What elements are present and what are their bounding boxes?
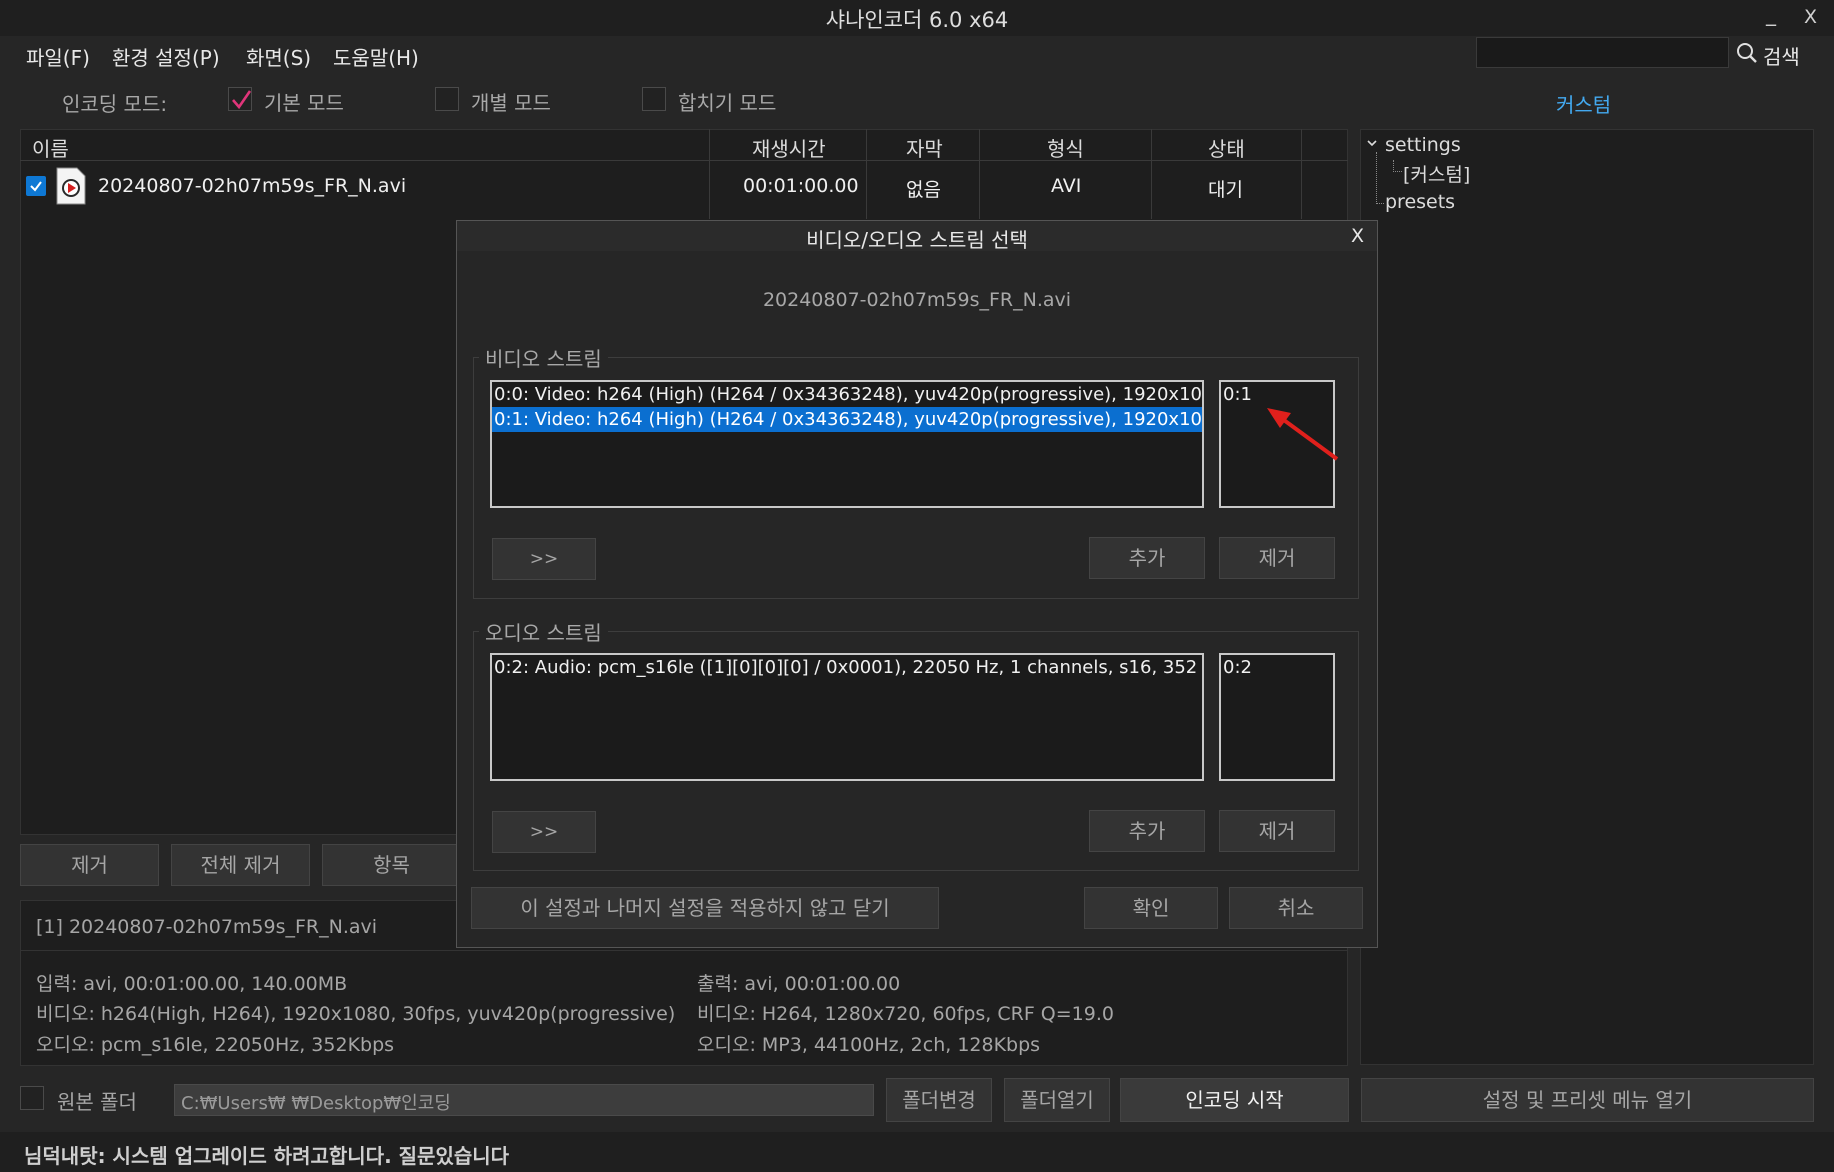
column-header-subtitle[interactable]: 자막 xyxy=(906,133,943,162)
subtitle-cell: 없음 xyxy=(906,179,941,201)
audio-stream-item[interactable]: 0:2: Audio: pcm_s16le ([1][0][0][0] / 0x… xyxy=(492,655,1202,680)
video-stream-item[interactable]: 0:0: Video: h264 (High) (H264 / 0x343632… xyxy=(492,382,1202,407)
tree-line xyxy=(1376,203,1384,204)
output-audio-info: 오디오: MP3, 44100Hz, 2ch, 128Kbps xyxy=(697,1034,1041,1056)
input-video-info: 비디오: h264(High, H264), 1920x1080, 30fps,… xyxy=(36,1003,676,1025)
preset-name: 커스텀 xyxy=(1556,93,1612,117)
remove-all-button[interactable]: 전체 제거 xyxy=(171,844,310,886)
search-button[interactable]: 검색 xyxy=(1763,41,1800,70)
tree-line xyxy=(1376,152,1377,204)
output-info: 출력: avi, 00:01:00.00 xyxy=(697,973,901,995)
column-separator xyxy=(709,129,710,219)
status-cell: 대기 xyxy=(1208,179,1243,201)
merge-mode-label[interactable]: 합치기 모드 xyxy=(678,87,776,116)
menu-settings[interactable]: 환경 설정(P) xyxy=(112,42,220,71)
change-folder-button[interactable]: 폴더변경 xyxy=(886,1078,992,1122)
audio-stream-label: 오디오 스트림 xyxy=(479,617,608,646)
audio-selected-list[interactable]: 0:2 xyxy=(1219,653,1335,781)
file-name-cell[interactable]: 20240807-02h07m59s_FR_N.avi xyxy=(98,175,406,197)
source-folder-checkbox[interactable] xyxy=(20,1086,44,1110)
tree-node-presets[interactable]: presets xyxy=(1385,191,1455,213)
audio-remove-button[interactable]: 제거 xyxy=(1219,810,1335,852)
minimize-button[interactable]: _ xyxy=(1766,2,1776,26)
column-header-name[interactable]: 이름 xyxy=(32,133,69,162)
audio-move-button[interactable]: >> xyxy=(492,811,596,853)
input-audio-info: 오디오: pcm_s16le, 22050Hz, 352Kbps xyxy=(36,1034,395,1056)
individual-mode-checkbox[interactable] xyxy=(435,87,459,111)
column-separator xyxy=(979,129,980,219)
merge-mode-checkbox[interactable] xyxy=(642,87,666,111)
basic-mode-checkbox[interactable] xyxy=(228,87,252,111)
duration-cell: 00:01:00.00 xyxy=(743,175,859,197)
open-folder-button[interactable]: 폴더열기 xyxy=(1004,1078,1110,1122)
column-header-format[interactable]: 형식 xyxy=(1047,133,1084,162)
output-path-field[interactable]: C:₩Users₩ ₩Desktop₩인코딩 xyxy=(174,1084,874,1116)
menu-help[interactable]: 도움말(H) xyxy=(333,42,419,71)
video-file-icon xyxy=(56,167,86,205)
close-without-apply-button[interactable]: 이 설정과 나머지 설정을 적용하지 않고 닫기 xyxy=(471,887,939,929)
preset-tree[interactable] xyxy=(1360,129,1814,1065)
ok-button[interactable]: 확인 xyxy=(1084,887,1218,929)
window-title: 샤나인코더 6.0 x64 xyxy=(825,8,1009,32)
open-settings-menu-button[interactable]: 설정 및 프리셋 메뉴 열기 xyxy=(1361,1078,1814,1122)
checkmark-icon xyxy=(30,181,42,192)
tree-line xyxy=(1393,171,1402,172)
column-header-duration[interactable]: 재생시간 xyxy=(752,133,826,162)
video-remove-button[interactable]: 제거 xyxy=(1219,537,1335,579)
search-input[interactable] xyxy=(1476,37,1729,68)
row-checkbox[interactable] xyxy=(26,176,46,196)
header-divider xyxy=(20,160,1348,161)
checkmark-icon xyxy=(232,90,252,110)
input-info: 입력: avi, 00:01:00.00, 140.00MB xyxy=(36,973,348,995)
video-move-button[interactable]: >> xyxy=(492,538,596,580)
close-button[interactable]: X xyxy=(1804,6,1817,28)
remove-button[interactable]: 제거 xyxy=(20,844,159,886)
stream-select-dialog: 비디오/오디오 스트림 선택 X 20240807-02h07m59s_FR_N… xyxy=(456,220,1378,948)
column-separator xyxy=(1151,129,1152,219)
output-video-info: 비디오: H264, 1280x720, 60fps, CRF Q=19.0 xyxy=(697,1003,1114,1025)
basic-mode-label[interactable]: 기본 모드 xyxy=(264,87,344,116)
selected-audio-stream[interactable]: 0:2 xyxy=(1221,655,1333,680)
column-header-status[interactable]: 상태 xyxy=(1208,133,1245,162)
format-cell: AVI xyxy=(1051,175,1082,197)
individual-mode-label[interactable]: 개별 모드 xyxy=(471,87,551,116)
chevron-down-icon[interactable] xyxy=(1366,137,1378,149)
dialog-title: 비디오/오디오 스트림 선택 xyxy=(806,228,1028,252)
video-stream-label: 비디오 스트림 xyxy=(479,343,608,372)
cancel-button[interactable]: 취소 xyxy=(1229,887,1363,929)
info-file-name: [1] 20240807-02h07m59s_FR_N.avi xyxy=(36,916,378,938)
column-separator xyxy=(866,129,867,219)
dialog-file-name: 20240807-02h07m59s_FR_N.avi xyxy=(762,289,1072,311)
status-text: 님덕내탓: 시스템 업그레이드 하려고합니다. 질문있습니다 xyxy=(24,1144,510,1168)
tree-node-custom[interactable]: [커스텀] xyxy=(1403,160,1470,187)
tree-node-settings[interactable]: settings xyxy=(1385,134,1461,156)
video-add-button[interactable]: 추가 xyxy=(1089,537,1205,579)
audio-stream-list[interactable]: 0:2: Audio: pcm_s16le ([1][0][0][0] / 0x… xyxy=(490,653,1204,781)
menu-view[interactable]: 화면(S) xyxy=(246,42,311,71)
items-button[interactable]: 항목 xyxy=(322,844,461,886)
source-folder-label[interactable]: 원본 폴더 xyxy=(57,1086,137,1115)
divider xyxy=(20,950,1348,951)
video-stream-item-selected[interactable]: 0:1: Video: h264 (High) (H264 / 0x343632… xyxy=(492,407,1202,432)
start-encoding-button[interactable]: 인코딩 시작 xyxy=(1120,1078,1349,1122)
dialog-close-button[interactable]: X xyxy=(1351,225,1364,247)
audio-add-button[interactable]: 추가 xyxy=(1089,810,1205,852)
video-stream-list[interactable]: 0:0: Video: h264 (High) (H264 / 0x343632… xyxy=(490,380,1204,508)
menu-file[interactable]: 파일(F) xyxy=(26,42,90,71)
column-separator xyxy=(1301,129,1302,219)
encoding-mode-label: 인코딩 모드: xyxy=(62,92,168,116)
search-icon[interactable] xyxy=(1736,42,1758,64)
annotation-arrow-icon xyxy=(1267,408,1339,461)
